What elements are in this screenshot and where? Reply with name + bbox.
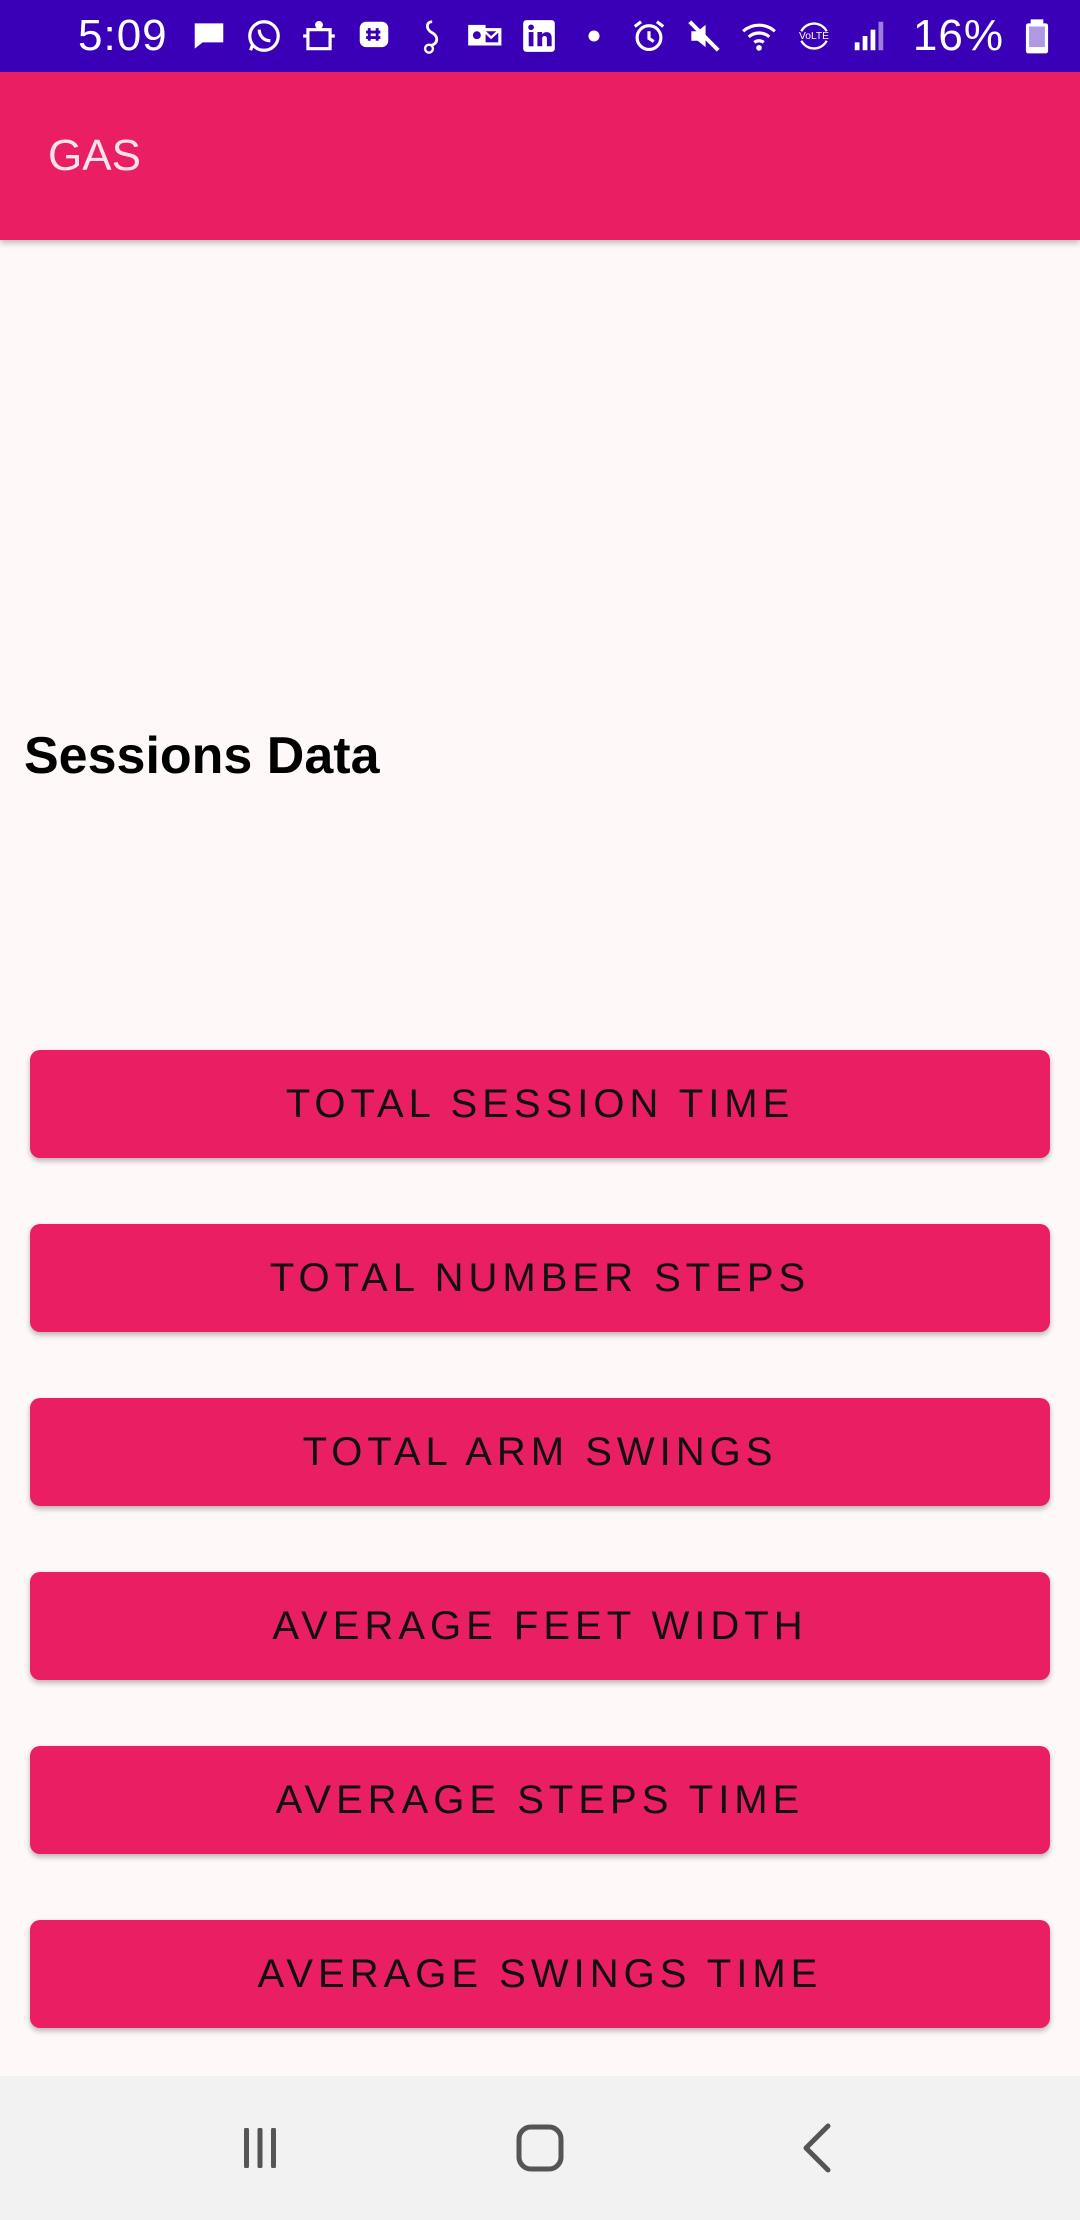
total-arm-swings-button[interactable]: TOTAL ARM SWINGS (30, 1398, 1050, 1506)
message-icon (190, 17, 228, 55)
sound-icon (410, 17, 448, 55)
recent-apps-icon[interactable] (215, 2103, 305, 2193)
battery-percent: 16% (912, 11, 1004, 60)
total-session-time-button[interactable]: TOTAL SESSION TIME (30, 1050, 1050, 1158)
app-icon (300, 17, 338, 55)
linkedin-icon (520, 17, 558, 55)
signal-icon (850, 17, 888, 55)
navigation-bar (0, 2076, 1080, 2220)
svg-text:VoLTE: VoLTE (799, 31, 829, 42)
volte-icon: VoLTE (795, 17, 833, 55)
battery-icon (1018, 17, 1056, 55)
back-icon[interactable] (775, 2103, 865, 2193)
app-title: GAS (48, 131, 141, 180)
alarm-icon (630, 17, 668, 55)
home-icon[interactable] (495, 2103, 585, 2193)
app-bar: GAS (0, 72, 1080, 240)
notification-icons: VoLTE (190, 17, 913, 55)
total-number-steps-button[interactable]: TOTAL NUMBER STEPS (30, 1224, 1050, 1332)
whatsapp-icon (245, 17, 283, 55)
status-time: 5:09 (78, 11, 168, 60)
status-bar: 5:09 VoLTE 16% (0, 0, 1080, 72)
average-steps-time-button[interactable]: AVERAGE STEPS TIME (30, 1746, 1050, 1854)
status-right: 16% (913, 11, 1056, 61)
dot-icon (575, 17, 613, 55)
slack-icon (355, 17, 393, 55)
average-swings-time-button[interactable]: AVERAGE SWINGS TIME (30, 1920, 1050, 2028)
average-feet-width-button[interactable]: AVERAGE FEET WIDTH (30, 1572, 1050, 1680)
outlook-icon (465, 17, 503, 55)
mute-icon (685, 17, 723, 55)
page-title: Sessions Data (24, 727, 380, 785)
wifi-icon (740, 17, 778, 55)
